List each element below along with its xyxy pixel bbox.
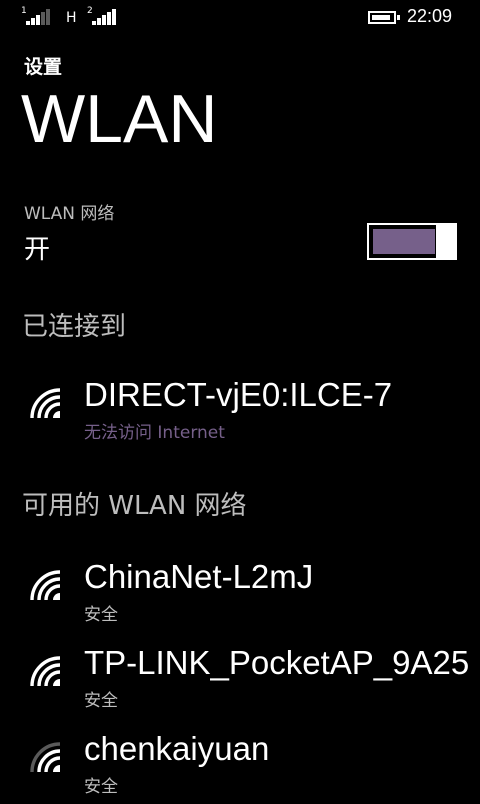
page-title: WLAN <box>21 81 218 157</box>
section-connected: 已连接到 <box>22 312 127 342</box>
network-ssid: TP-LINK_PocketAP_9A25 <box>84 644 470 681</box>
clock: 22:09 <box>407 6 453 26</box>
network-item[interactable]: chenkaiyuan 安全 <box>0 730 480 804</box>
breadcrumb: 设置 <box>24 56 63 78</box>
status-bar: 1 H 2 22:09 <box>0 0 480 36</box>
network-type: H <box>66 10 77 26</box>
network-item[interactable]: ChinaNet-L2mJ 安全 <box>0 558 480 632</box>
network-security: 安全 <box>84 691 118 711</box>
network-status: 无法访问 Internet <box>84 423 225 443</box>
section-available: 可用的 WLAN 网络 <box>22 491 247 521</box>
wifi-full-icon <box>30 656 61 687</box>
network-ssid: DIRECT-vjE0:ILCE-7 <box>84 376 393 413</box>
wlan-toggle-switch[interactable] <box>367 223 457 260</box>
network-ssid: chenkaiyuan <box>84 730 270 767</box>
wifi-full-icon <box>30 570 61 601</box>
battery-icon <box>368 11 400 24</box>
network-security: 安全 <box>84 605 118 625</box>
network-item-connected[interactable]: DIRECT-vjE0:ILCE-7 无法访问 Internet <box>0 376 480 450</box>
network-security: 安全 <box>84 777 118 797</box>
wlan-toggle-label: WLAN 网络 <box>24 204 115 224</box>
toggle-track <box>367 223 441 260</box>
network-item[interactable]: TP-LINK_PocketAP_9A25 安全 <box>0 644 480 718</box>
wlan-toggle-state: 开 <box>24 235 51 265</box>
network-ssid: ChinaNet-L2mJ <box>84 558 314 595</box>
wifi-full-icon <box>30 388 61 419</box>
wifi-medium-icon <box>30 742 61 773</box>
toggle-thumb[interactable] <box>436 223 457 260</box>
